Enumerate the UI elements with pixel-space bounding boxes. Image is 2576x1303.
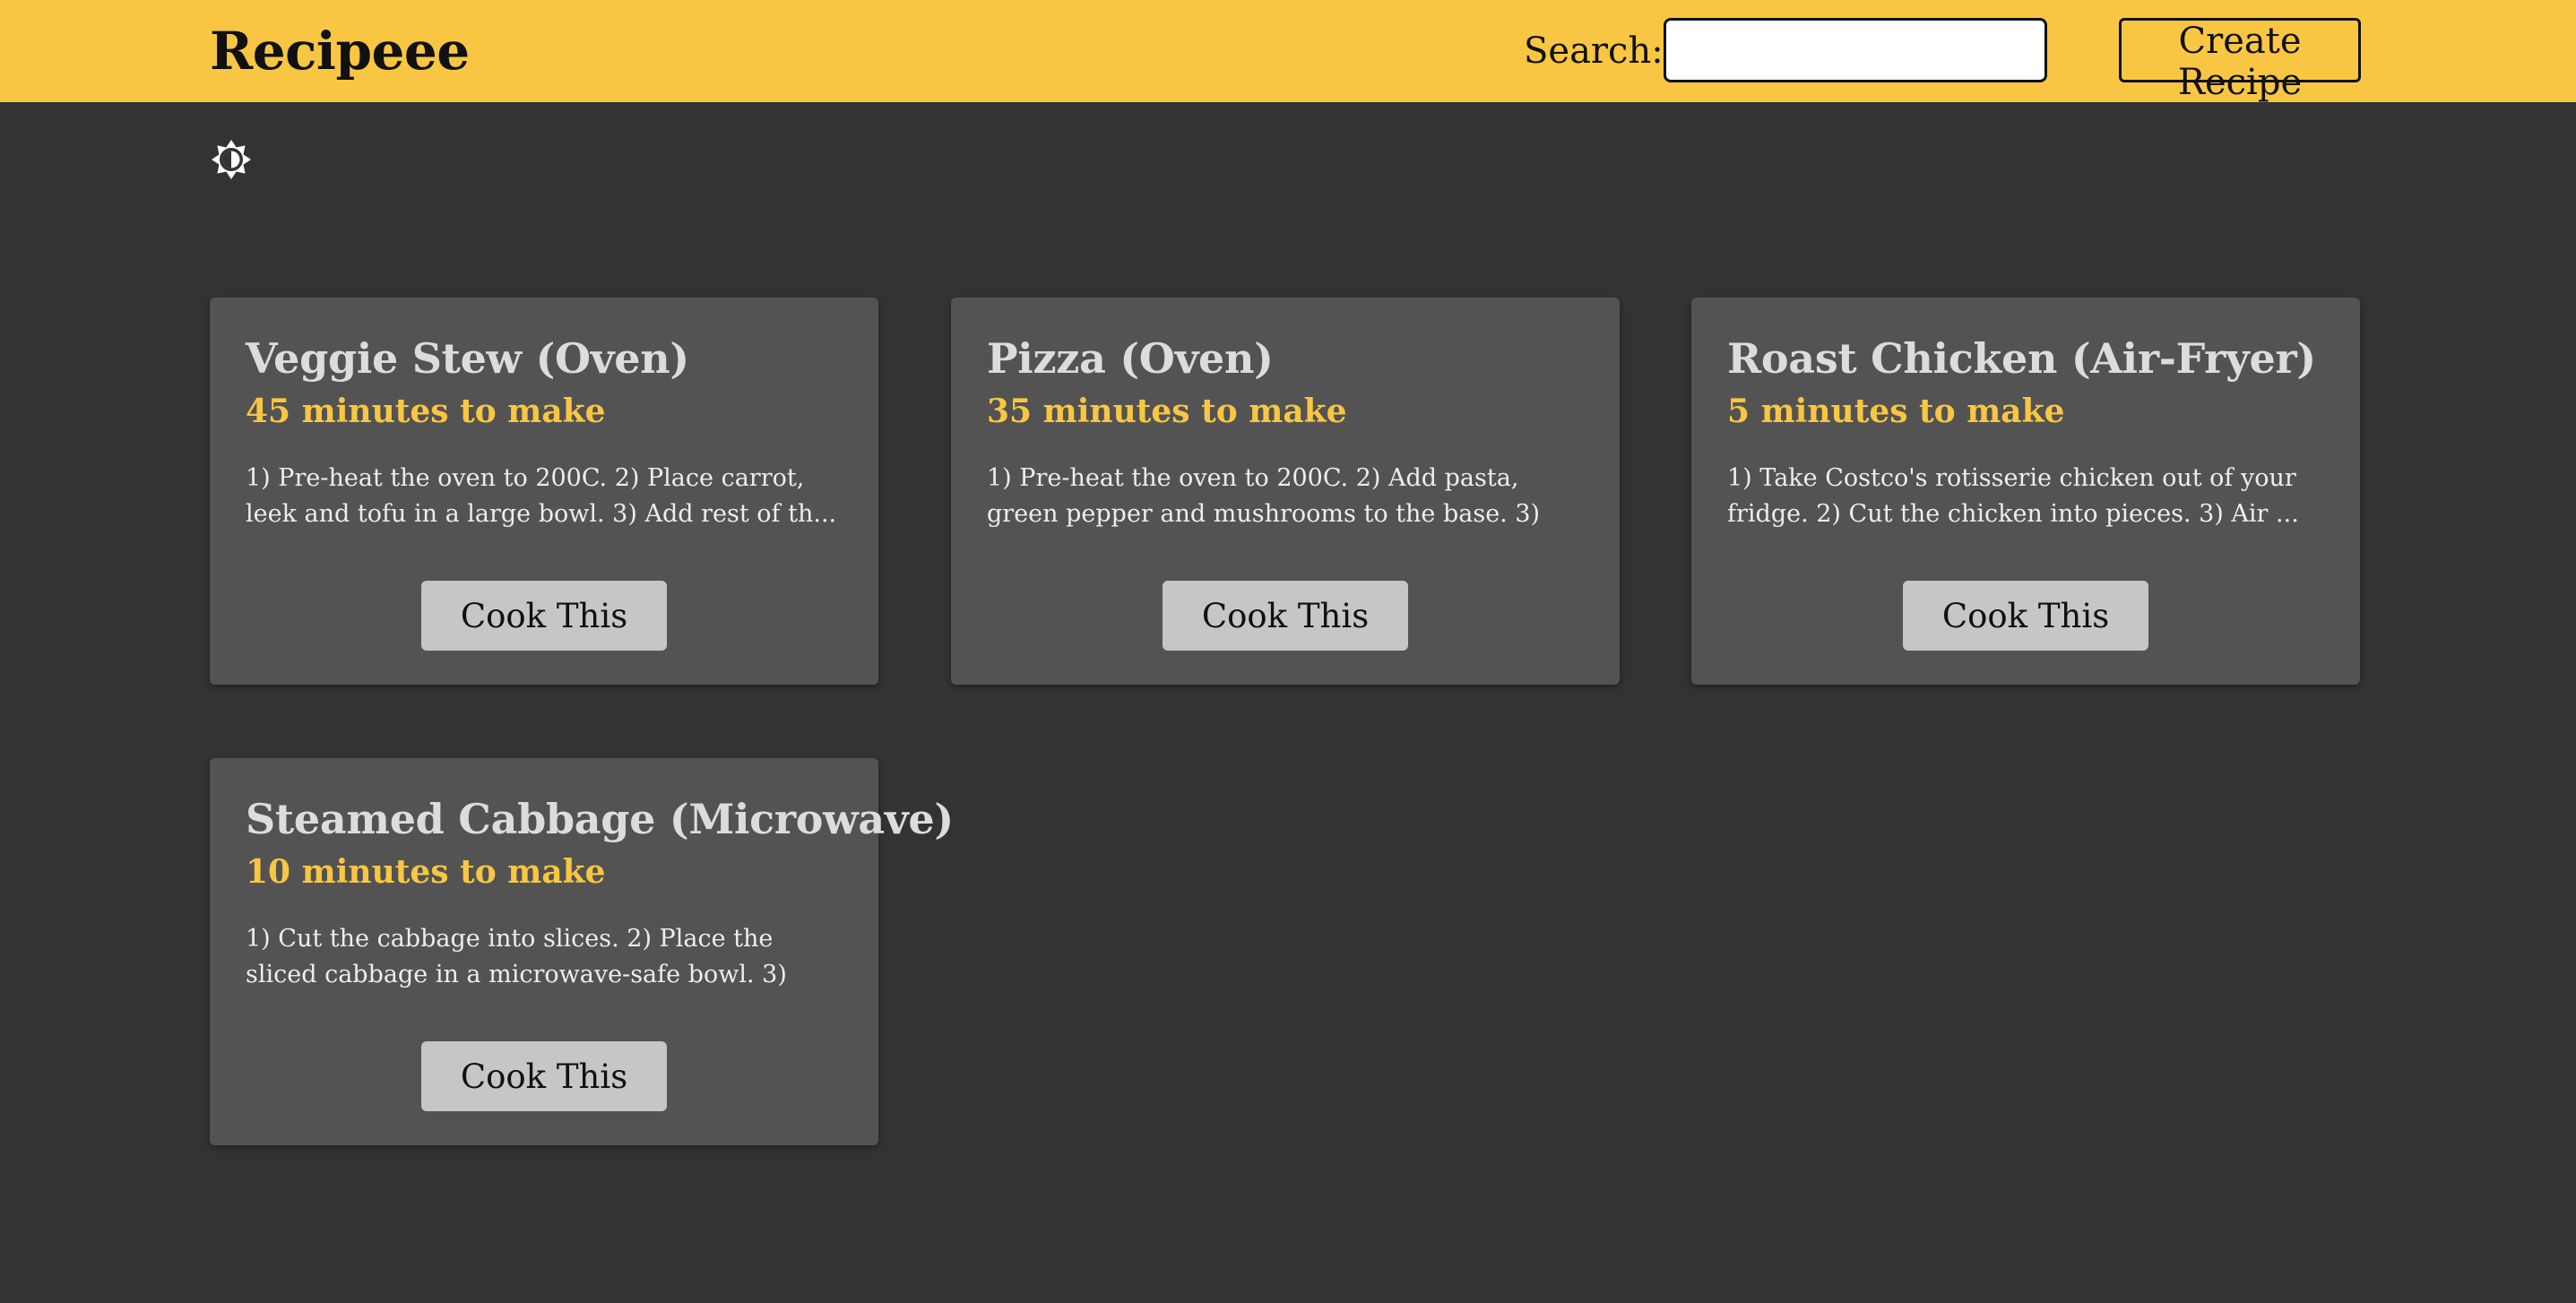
recipe-description: 1) Pre-heat the oven to 200C. 2) Place c… xyxy=(246,464,837,528)
cook-this-button[interactable]: Cook This xyxy=(1903,581,2148,651)
recipe-time: 35 minutes to make xyxy=(987,393,1347,430)
recipe-card: Steamed Cabbage (Microwave) 10 minutes t… xyxy=(210,758,954,1145)
recipe-card: Roast Chicken (Air-Fryer) 5 minutes to m… xyxy=(1691,298,2360,685)
search-input[interactable] xyxy=(1664,18,2047,82)
app-logo-text[interactable]: Recipeee xyxy=(210,16,470,86)
recipe-card: Pizza (Oven) 35 minutes to make 1) Pre-h… xyxy=(951,298,1620,685)
recipe-title: Veggie Stew (Oven) xyxy=(246,334,689,383)
recipe-title: Roast Chicken (Air-Fryer) xyxy=(1727,334,2316,383)
recipe-time: 10 minutes to make xyxy=(246,853,606,891)
cook-this-button[interactable]: Cook This xyxy=(421,581,667,651)
header-bar: Recipeee Search: Create Recipe xyxy=(0,0,2576,103)
recipe-description: 1) Take Costco's rotisserie chicken out … xyxy=(1727,464,2299,528)
recipe-time: 45 minutes to make xyxy=(246,393,606,430)
recipe-title: Steamed Cabbage (Microwave) xyxy=(246,795,954,843)
recipe-description: 1) Pre-heat the oven to 200C. 2) Add pas… xyxy=(987,464,1541,528)
recipe-card: Veggie Stew (Oven) 45 minutes to make 1)… xyxy=(210,298,878,685)
create-recipe-button[interactable]: Create Recipe xyxy=(2119,18,2361,103)
recipe-description: 1) Cut the cabbage into slices. 2) Place… xyxy=(246,925,787,988)
search-label: Search: xyxy=(1524,30,1664,72)
cook-this-button[interactable]: Cook This xyxy=(1163,581,1408,651)
recipe-time: 5 minutes to make xyxy=(1727,393,2065,430)
recipe-title: Pizza (Oven) xyxy=(987,334,1274,383)
brightness-toggle-icon[interactable] xyxy=(210,138,253,181)
cook-this-button[interactable]: Cook This xyxy=(421,1041,667,1111)
